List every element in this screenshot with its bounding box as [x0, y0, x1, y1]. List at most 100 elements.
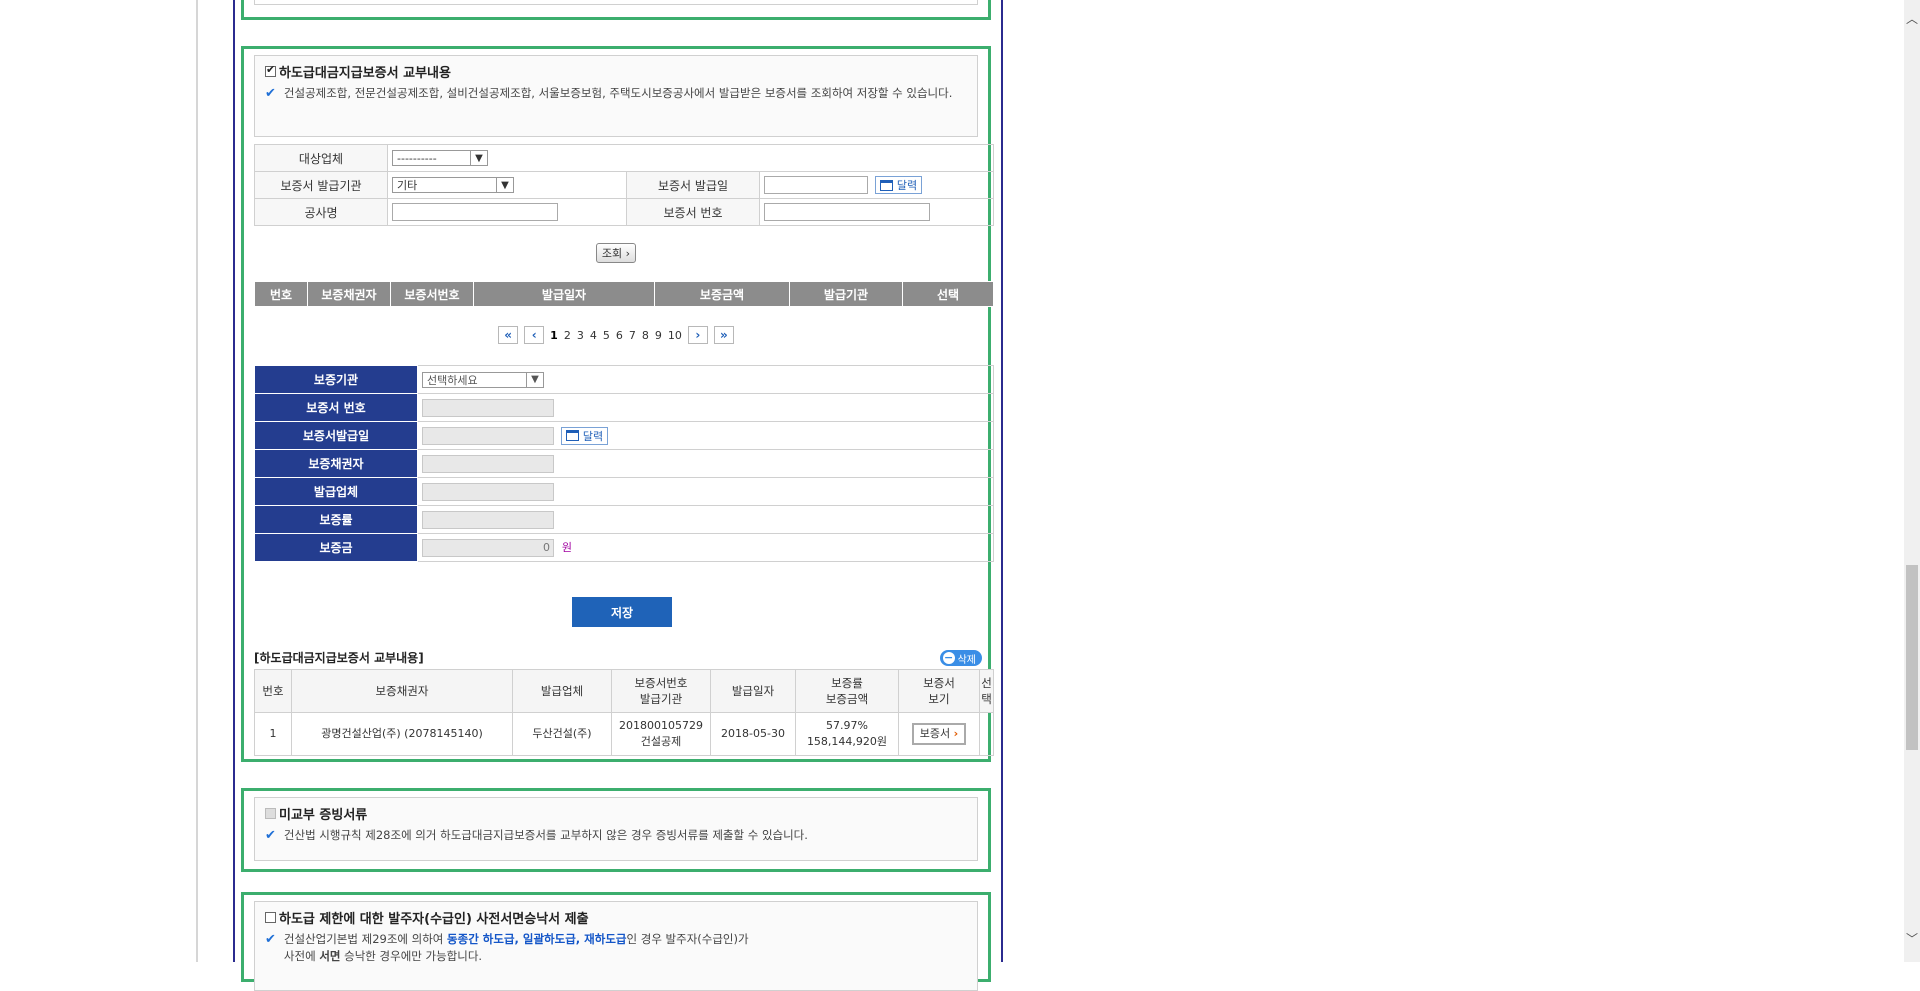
col-issue-date: 발급일자 — [473, 281, 655, 307]
scroll-thumb[interactable] — [1906, 565, 1918, 750]
issue-date-label: 보증서 발급일 — [626, 171, 760, 199]
unissued-note-text: 건산법 시행규칙 제28조에 의거 하도급대금지급보증서를 교부하지 않은 경우… — [283, 828, 808, 842]
chevron-right-icon: › — [622, 247, 631, 260]
project-name-input[interactable] — [392, 203, 558, 221]
form-amount-cell: 0 원 — [417, 533, 994, 562]
check-icon: ✔ — [265, 932, 276, 947]
last-page-button[interactable]: » — [713, 326, 734, 344]
agency-cell: 선택하세요 ▼ — [417, 365, 994, 394]
table-row: 1 광명건설산업(주) (2078145140) 두산건설(주) 2018001… — [254, 712, 994, 756]
calendar-button[interactable]: 달력 — [874, 176, 923, 194]
row-select[interactable] — [979, 712, 994, 756]
left-gutter — [0, 0, 196, 962]
row-view: 보증서 › — [898, 712, 980, 756]
form-issuer-label: 발급업체 — [254, 477, 418, 506]
search-table: 대상업체 ---------- ▼ 보증서 발급기관 기타 ▼ 보증서 발급일 — [254, 144, 994, 226]
row-issuer: 두산건설(주) — [512, 712, 612, 756]
form-cert-no-input[interactable] — [422, 398, 554, 417]
consent-checkbox[interactable] — [265, 912, 276, 923]
form-cert-no-label: 보증서 번호 — [254, 393, 418, 422]
list-col-issue-date: 발급일자 — [710, 669, 796, 713]
col-no: 번호 — [254, 281, 308, 307]
page-5[interactable]: 5 — [603, 329, 610, 342]
form-creditor-cell — [417, 449, 994, 478]
form-creditor-label: 보증채권자 — [254, 449, 418, 478]
project-name-cell — [387, 198, 627, 226]
page-6[interactable]: 6 — [616, 329, 623, 342]
agency-select[interactable]: 선택하세요 ▼ — [422, 371, 544, 388]
target-company-cell: ---------- ▼ — [387, 144, 994, 172]
page-1[interactable]: 1 — [550, 329, 558, 342]
first-page-button[interactable]: « — [498, 326, 519, 344]
list-col-select: 선택 — [979, 669, 994, 713]
target-company-select[interactable]: ---------- ▼ — [392, 150, 488, 166]
prev-page-button[interactable]: ‹ — [524, 326, 545, 344]
won-unit: 원 — [561, 541, 572, 554]
form-rate-input[interactable] — [422, 510, 554, 529]
form-calendar-button[interactable]: 달력 — [560, 426, 609, 445]
page-3[interactable]: 3 — [577, 329, 584, 342]
left-divider — [196, 0, 198, 962]
form-amount-input[interactable]: 0 — [422, 538, 554, 557]
scroll-up-icon[interactable]: ︿ — [1904, 10, 1920, 26]
content-frame: 하도급대금지급보증서 교부내용 ✔ 건설공제조합, 전문건설공제조합, 설비건설… — [233, 0, 1003, 991]
issuer-label: 보증서 발급기관 — [254, 171, 388, 199]
next-page-button[interactable]: › — [687, 326, 708, 344]
guarantee-note-text: 건설공제조합, 전문건설공제조합, 설비건설공제조합, 서울보증보험, 주택도시… — [283, 86, 953, 100]
guarantee-checkbox[interactable] — [265, 63, 276, 77]
guarantee-info-box: 하도급대금지급보증서 교부내용 ✔ 건설공제조합, 전문건설공제조합, 설비건설… — [254, 55, 978, 137]
form-creditor-input[interactable] — [422, 454, 554, 473]
unissued-checkbox[interactable] — [265, 808, 276, 819]
issuer-select[interactable]: 기타 ▼ — [392, 177, 514, 193]
form-issuer-input[interactable] — [422, 482, 554, 501]
cert-no-input[interactable] — [764, 203, 930, 221]
col-agency: 발급기관 — [789, 281, 903, 307]
row-no: 1 — [254, 712, 292, 756]
issue-date-cell: 달력 — [759, 171, 994, 199]
form-issue-date-input[interactable] — [422, 426, 554, 445]
unissued-info-box: 미교부 증빙서류 ✔ 건산법 시행규칙 제28조에 의거 하도급대금지급보증서를… — [254, 797, 978, 861]
consent-info-box: 하도급 제한에 대한 발주자(수급인) 사전서면승낙서 제출 ✔ 건설산업기본법… — [254, 901, 978, 991]
form-cert-no-cell — [417, 393, 994, 422]
chevron-down-icon: ▼ — [526, 372, 543, 387]
page-10[interactable]: 10 — [668, 329, 682, 342]
guarantee-title: 하도급대금지급보증서 교부내용 — [265, 62, 967, 81]
prior-consent-section: 하도급 제한에 대한 발주자(수급인) 사전서면승낙서 제출 ✔ 건설산업기본법… — [241, 892, 991, 991]
search-button[interactable]: 조회 › — [595, 243, 637, 263]
form-issue-date-label: 보증서발급일 — [254, 421, 418, 450]
page-2[interactable]: 2 — [564, 329, 571, 342]
unissued-title-text: 미교부 증빙서류 — [279, 808, 368, 823]
list-col-no: 번호 — [254, 669, 292, 713]
vertical-scrollbar[interactable]: ︿ ﹀ — [1904, 0, 1920, 962]
scroll-down-icon[interactable]: ﹀ — [1904, 930, 1920, 946]
unissued-title: 미교부 증빙서류 — [265, 804, 967, 823]
result-table-header: 번호 보증채권자 보증서번호 발급일자 보증금액 발급기관 선택 — [254, 281, 994, 307]
issuer-cell: 기타 ▼ — [387, 171, 627, 199]
view-certificate-button[interactable]: 보증서 › — [911, 723, 967, 745]
unissued-docs-section: 미교부 증빙서류 ✔ 건산법 시행규칙 제28조에 의거 하도급대금지급보증서를… — [241, 788, 991, 872]
guarantee-form: 보증기관 선택하세요 ▼ 보증서 번호 보증서발급일 달력 보증채권자 발급업체… — [254, 365, 994, 562]
page-4[interactable]: 4 — [590, 329, 597, 342]
form-rate-cell — [417, 505, 994, 534]
cert-no-label: 보증서 번호 — [626, 198, 760, 226]
minus-icon: − — [942, 651, 955, 664]
issue-date-input[interactable] — [764, 176, 868, 194]
guarantee-title-text: 하도급대금지급보증서 교부내용 — [279, 66, 451, 81]
pagination: « ‹ 1 2 3 4 5 6 7 8 9 10 › » — [244, 326, 988, 344]
agency-label: 보증기관 — [254, 365, 418, 394]
chevron-right-icon: › — [953, 727, 959, 740]
consent-title: 하도급 제한에 대한 발주자(수급인) 사전서면승낙서 제출 — [265, 908, 967, 927]
guarantee-note: ✔ 건설공제조합, 전문건설공제조합, 설비건설공제조합, 서울보증보험, 주택… — [265, 85, 967, 102]
consent-note-text: 건설산업기본법 제29조에 의하여 동종간 하도급, 일괄하도급, 재하도급인 … — [283, 932, 749, 963]
page-7[interactable]: 7 — [629, 329, 636, 342]
page-8[interactable]: 8 — [642, 329, 649, 342]
delete-button[interactable]: − 삭제 — [939, 650, 982, 666]
save-button[interactable]: 저장 — [572, 597, 672, 627]
page-9[interactable]: 9 — [655, 329, 662, 342]
col-cert-no: 보증서번호 — [390, 281, 474, 307]
target-company-label: 대상업체 — [254, 144, 388, 172]
chevron-down-icon: ▼ — [470, 151, 487, 165]
list-col-issuer: 발급업체 — [512, 669, 612, 713]
calendar-icon — [879, 179, 893, 191]
check-icon: ✔ — [265, 86, 276, 101]
